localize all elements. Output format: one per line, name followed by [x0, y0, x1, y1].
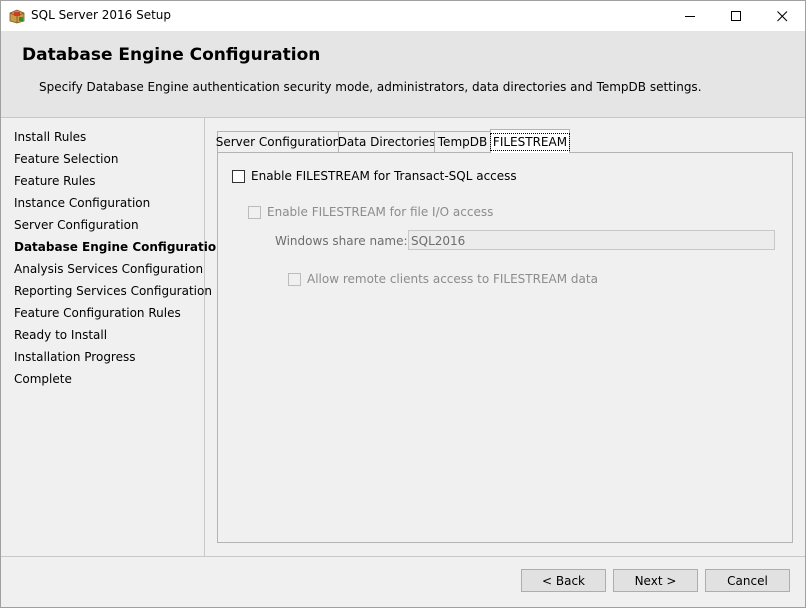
setup-steps-nav: Install Rules Feature Selection Feature … — [1, 118, 225, 556]
page-title: Database Engine Configuration — [22, 45, 321, 65]
maximize-button[interactable] — [713, 1, 759, 31]
checkbox-box[interactable] — [232, 169, 245, 183]
back-button[interactable]: < Back — [521, 569, 606, 592]
setup-window: SQL Server 2016 Setup Database Engine Co… — [0, 0, 806, 608]
page-description: Specify Database Engine authentication s… — [39, 80, 702, 94]
enable-filestream-tsql-checkbox[interactable]: Enable FILESTREAM for Transact-SQL acces… — [232, 169, 517, 183]
nav-item-reporting-services-configuration[interactable]: Reporting Services Configuration — [14, 284, 212, 298]
close-icon — [776, 10, 787, 21]
windows-share-name-label: Windows share name: — [275, 234, 408, 248]
minimize-icon — [684, 15, 695, 17]
nav-item-ready-to-install[interactable]: Ready to Install — [14, 328, 107, 342]
minimize-button[interactable] — [667, 1, 713, 31]
tab-label: FILESTREAM — [489, 132, 571, 151]
enable-filestream-tsql-label: Enable FILESTREAM for Transact-SQL acces… — [251, 169, 517, 183]
tab-server-configuration[interactable]: Server Configuration — [215, 131, 341, 152]
nav-item-feature-configuration-rules[interactable]: Feature Configuration Rules — [14, 306, 181, 320]
tab-label: Server Configuration — [215, 135, 341, 149]
tab-label: Data Directories — [337, 135, 436, 149]
page-header: Database Engine Configuration Specify Da… — [1, 31, 805, 118]
close-button[interactable] — [759, 1, 805, 31]
nav-item-feature-rules[interactable]: Feature Rules — [14, 174, 96, 188]
nav-item-complete[interactable]: Complete — [14, 372, 72, 386]
allow-remote-clients-checkbox[interactable]: Allow remote clients access to FILESTREA… — [288, 272, 598, 286]
nav-item-instance-configuration[interactable]: Instance Configuration — [14, 196, 150, 210]
nav-item-installation-progress[interactable]: Installation Progress — [14, 350, 136, 364]
cancel-button[interactable]: Cancel — [705, 569, 790, 592]
checkbox-box[interactable] — [288, 272, 301, 286]
enable-filestream-file-io-label: Enable FILESTREAM for file I/O access — [267, 205, 494, 219]
nav-item-server-configuration[interactable]: Server Configuration — [14, 218, 139, 232]
nav-item-feature-selection[interactable]: Feature Selection — [14, 152, 118, 166]
nav-item-install-rules[interactable]: Install Rules — [14, 130, 86, 144]
maximize-icon — [730, 10, 741, 21]
tab-label: TempDB — [437, 135, 488, 149]
sql-setup-box-icon — [9, 8, 25, 24]
title-bar: SQL Server 2016 Setup — [1, 1, 805, 31]
enable-filestream-file-io-checkbox[interactable]: Enable FILESTREAM for file I/O access — [248, 205, 493, 219]
tab-tempdb[interactable]: TempDB — [434, 131, 491, 152]
tab-data-directories[interactable]: Data Directories — [338, 131, 435, 152]
windows-share-name-input[interactable]: SQL2016 — [408, 230, 775, 250]
tab-filestream[interactable]: FILESTREAM — [489, 129, 571, 153]
next-button[interactable]: Next > — [613, 569, 698, 592]
checkbox-box[interactable] — [248, 205, 261, 219]
filestream-tab-panel: Enable FILESTREAM for Transact-SQL acces… — [217, 152, 793, 543]
nav-item-database-engine-configuration[interactable]: Database Engine Configuration — [14, 240, 225, 254]
bottom-divider — [1, 556, 805, 557]
allow-remote-clients-label: Allow remote clients access to FILESTREA… — [307, 272, 598, 286]
window-title: SQL Server 2016 Setup — [31, 8, 172, 22]
nav-item-analysis-services-configuration[interactable]: Analysis Services Configuration — [14, 262, 203, 276]
